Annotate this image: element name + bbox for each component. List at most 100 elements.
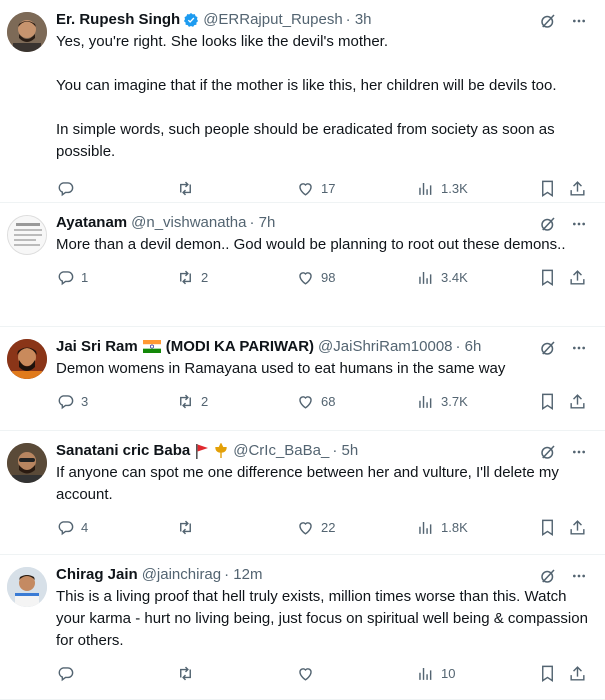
- tweet-paragraph: You can imagine that if the mother is li…: [56, 77, 557, 94]
- bookmark-button[interactable]: [538, 268, 557, 287]
- share-button[interactable]: [568, 268, 587, 287]
- like-button[interactable]: 98: [296, 268, 335, 287]
- author-name[interactable]: Jai Sri Ram: [56, 337, 138, 357]
- author-handle[interactable]: @ERRajput_Rupesh: [203, 10, 342, 30]
- share-button[interactable]: [568, 179, 587, 198]
- tweet-text: Demon womens in Ramayana used to eat hum…: [56, 358, 593, 380]
- share-icon: [570, 181, 585, 196]
- tweet[interactable]: Ayatanam @n_vishwanatha · 7h More than a…: [0, 203, 605, 327]
- reply-count: 3: [81, 394, 89, 409]
- views-button[interactable]: 3.4K: [416, 268, 468, 287]
- avatar[interactable]: [7, 215, 47, 255]
- tweet-paragraph: In simple words, such people should be e…: [56, 121, 555, 160]
- view-count: 3.4K: [441, 270, 468, 285]
- timestamp[interactable]: · 12m: [224, 565, 262, 585]
- grok-icon[interactable]: [539, 567, 557, 585]
- timestamp[interactable]: · 3h: [346, 10, 372, 30]
- views-button[interactable]: 10: [416, 664, 455, 683]
- more-icon[interactable]: [571, 216, 587, 232]
- bookmark-button[interactable]: [538, 664, 557, 683]
- like-button[interactable]: [296, 664, 321, 683]
- retweet-button[interactable]: [176, 518, 201, 537]
- reply-icon: [58, 667, 74, 682]
- share-button[interactable]: [568, 518, 587, 537]
- bookmark-button[interactable]: [538, 392, 557, 411]
- tweet-menu: [539, 339, 587, 357]
- share-button[interactable]: [568, 392, 587, 411]
- tweet-paragraph: Yes, you're right. She looks like the de…: [56, 33, 389, 50]
- tweet-header: Ayatanam @n_vishwanatha · 7h: [56, 213, 593, 233]
- reply-icon: [58, 395, 74, 410]
- tweet-actions: 1 2 98 3.4K: [56, 258, 593, 298]
- avatar[interactable]: [7, 567, 47, 607]
- retweet-button[interactable]: 2: [176, 392, 208, 411]
- reply-count: 4: [81, 520, 89, 535]
- grok-icon[interactable]: [539, 339, 557, 357]
- author-name[interactable]: Ayatanam: [56, 213, 127, 233]
- view-count: 10: [441, 666, 456, 681]
- retweet-icon: [180, 394, 191, 409]
- share-button[interactable]: [568, 664, 587, 683]
- like-button[interactable]: 68: [296, 392, 335, 411]
- retweet-button[interactable]: [176, 664, 201, 683]
- tweet-menu: [539, 567, 587, 585]
- retweet-button[interactable]: [176, 179, 201, 198]
- views-button[interactable]: 3.7K: [416, 392, 468, 411]
- timestamp[interactable]: · 7h: [249, 213, 275, 233]
- views-icon: [419, 182, 432, 195]
- author-name[interactable]: Sanatani cric Baba: [56, 441, 190, 461]
- grok-icon[interactable]: [539, 443, 557, 461]
- tweet[interactable]: Sanatani cric Baba @CrIc_BaBa_ · 5h If a…: [0, 431, 605, 555]
- author-handle[interactable]: @n_vishwanatha: [131, 213, 246, 233]
- views-icon: [419, 395, 432, 408]
- tweet[interactable]: Jai Sri Ram (MODI KA PARIWAR) @JaiShriRa…: [0, 327, 605, 431]
- more-icon[interactable]: [571, 340, 587, 356]
- author-name[interactable]: Er. Rupesh Singh: [56, 10, 180, 30]
- views-icon: [419, 271, 432, 284]
- tweet-actions: 4 22 1.8K: [56, 508, 593, 548]
- retweet-icon: [180, 666, 191, 681]
- timestamp[interactable]: · 5h: [332, 441, 358, 461]
- avatar[interactable]: [7, 12, 47, 52]
- reply-button[interactable]: [56, 179, 81, 198]
- tweet-text: If anyone can spot me one difference bet…: [56, 462, 593, 506]
- like-icon: [299, 183, 312, 196]
- bookmark-button[interactable]: [538, 518, 557, 537]
- reply-icon: [58, 182, 74, 197]
- bookmark-button[interactable]: [538, 179, 557, 198]
- reply-button[interactable]: 3: [56, 392, 88, 411]
- views-button[interactable]: 1.3K: [416, 179, 468, 198]
- avatar[interactable]: [7, 443, 47, 483]
- like-button[interactable]: 17: [296, 179, 335, 198]
- more-icon[interactable]: [571, 568, 587, 584]
- view-count: 1.3K: [441, 181, 468, 196]
- timestamp[interactable]: · 6h: [456, 337, 482, 357]
- author-handle[interactable]: @CrIc_BaBa_: [233, 441, 329, 461]
- author-name[interactable]: Chirag Jain: [56, 565, 138, 585]
- tweet[interactable]: Chirag Jain @jainchirag · 12m This is a …: [0, 555, 605, 700]
- tweet-actions: 10: [56, 654, 593, 694]
- tweet[interactable]: Er. Rupesh Singh @ERRajput_Rupesh · 3h Y…: [0, 0, 605, 203]
- like-button[interactable]: 22: [296, 518, 335, 537]
- grok-icon[interactable]: [539, 215, 557, 233]
- bookmark-icon: [542, 393, 553, 410]
- tweet-header: Sanatani cric Baba @CrIc_BaBa_ · 5h: [56, 441, 593, 461]
- views-icon: [419, 667, 432, 680]
- reply-button[interactable]: 1: [56, 268, 88, 287]
- more-icon[interactable]: [571, 13, 587, 29]
- reply-button[interactable]: 4: [56, 518, 88, 537]
- more-icon[interactable]: [571, 444, 587, 460]
- tweet-text: More than a devil demon.. God would be p…: [56, 234, 593, 256]
- tweet-header: Er. Rupesh Singh @ERRajput_Rupesh · 3h: [56, 10, 593, 30]
- tweet-header: Jai Sri Ram (MODI KA PARIWAR) @JaiShriRa…: [56, 337, 593, 357]
- views-button[interactable]: 1.8K: [416, 518, 468, 537]
- author-handle[interactable]: @JaiShriRam10008: [318, 337, 452, 357]
- views-icon: [419, 521, 432, 534]
- reply-button[interactable]: [56, 664, 81, 683]
- retweet-button[interactable]: 2: [176, 268, 208, 287]
- author-name-suffix[interactable]: (MODI KA PARIWAR): [166, 337, 314, 357]
- grok-icon[interactable]: [539, 12, 557, 30]
- avatar[interactable]: [7, 339, 47, 379]
- author-handle[interactable]: @jainchirag: [142, 565, 221, 585]
- like-count: 22: [321, 520, 336, 535]
